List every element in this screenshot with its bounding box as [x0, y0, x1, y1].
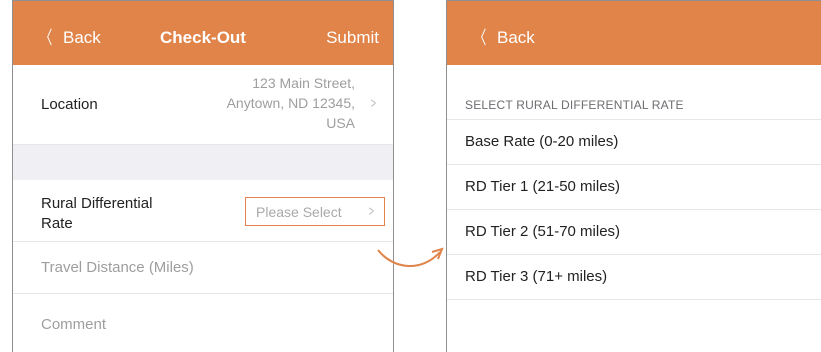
option-label: RD Tier 1 (21-50 miles): [465, 178, 621, 195]
section-spacer: [13, 145, 393, 180]
location-line-1: 123 Main Street,: [252, 75, 355, 91]
location-line-2: Anytown, ND 12345,: [226, 95, 355, 111]
location-value: 123 Main Street, Anytown, ND 12345, USA: [195, 73, 355, 133]
rural-differential-row[interactable]: Rural Differential Rate Please Select >: [13, 180, 393, 242]
option-label: Base Rate (0-20 miles): [465, 133, 619, 150]
option-rd-tier-1[interactable]: RD Tier 1 (21-50 miles): [447, 165, 821, 210]
travel-distance-placeholder: Travel Distance (Miles): [41, 259, 194, 276]
comment-placeholder: Comment: [41, 316, 107, 333]
submit-button[interactable]: Submit: [326, 28, 379, 48]
rural-label-line-1: Rural Differential: [41, 195, 153, 212]
rural-rate-select[interactable]: Please Select >: [245, 197, 385, 226]
location-label: Location: [41, 96, 98, 113]
curved-arrow-icon: [377, 247, 444, 267]
rate-selection-screen: 〈 Back SELECT RURAL DIFFERENTIAL RATE Ba…: [446, 0, 821, 352]
location-line-3: USA: [326, 115, 355, 131]
comment-field[interactable]: Comment: [13, 293, 393, 352]
option-label: RD Tier 2 (51-70 miles): [465, 223, 621, 240]
checkout-navbar: 〈 Back Check-Out Submit: [13, 1, 393, 65]
rural-label-line-2: Rate: [41, 215, 73, 232]
chevron-left-icon: 〈: [473, 28, 487, 48]
back-label: Back: [497, 28, 535, 47]
option-rd-tier-2[interactable]: RD Tier 2 (51-70 miles): [447, 210, 821, 255]
chevron-right-icon: >: [368, 203, 375, 220]
chevron-right-icon: >: [370, 95, 377, 112]
checkout-screen: 〈 Back Check-Out Submit Location 123 Mai…: [12, 0, 394, 352]
location-row[interactable]: Location 123 Main Street, Anytown, ND 12…: [13, 65, 393, 145]
option-base-rate[interactable]: Base Rate (0-20 miles): [447, 120, 821, 165]
rural-differential-label: Rural Differential Rate: [41, 194, 191, 234]
option-label: RD Tier 3 (71+ miles): [465, 268, 608, 285]
selection-navbar: 〈 Back: [447, 1, 821, 65]
select-placeholder: Please Select: [256, 204, 342, 220]
option-rd-tier-3[interactable]: RD Tier 3 (71+ miles): [447, 255, 821, 300]
back-button[interactable]: 〈 Back: [471, 28, 535, 48]
travel-distance-field[interactable]: Travel Distance (Miles): [13, 241, 393, 294]
section-header: SELECT RURAL DIFFERENTIAL RATE: [465, 98, 684, 112]
